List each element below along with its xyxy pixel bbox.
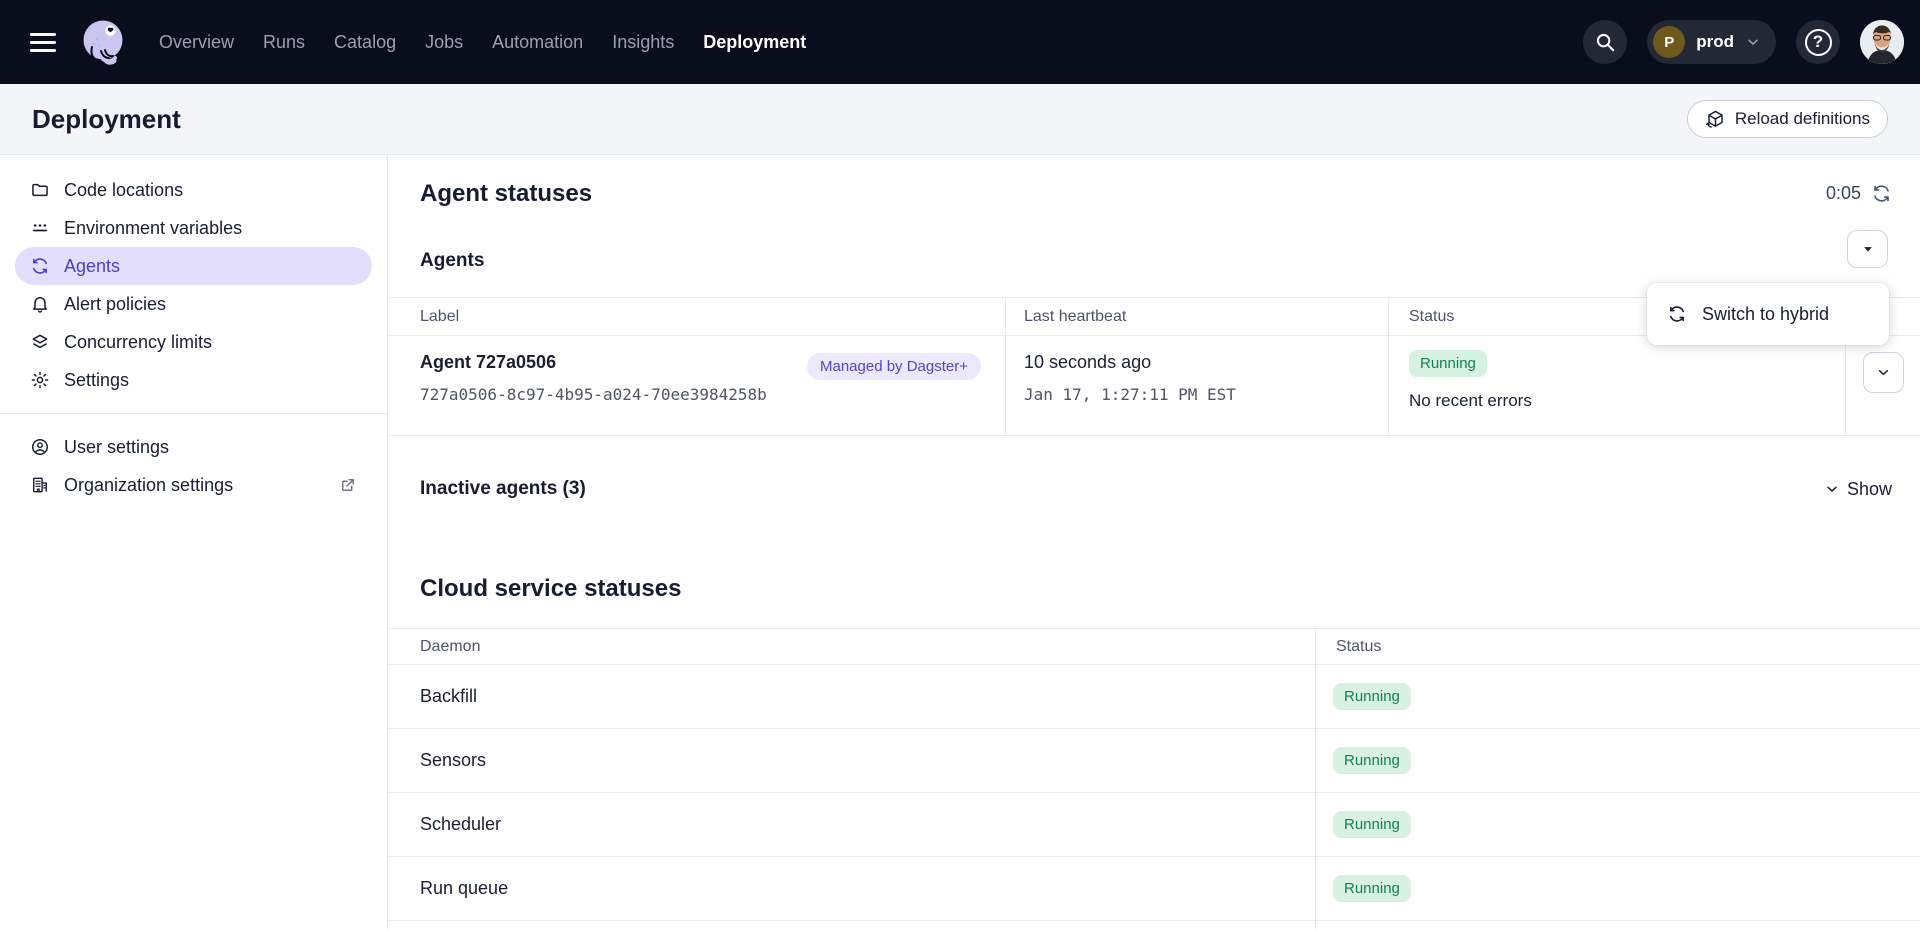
sidebar-item-label: Code locations <box>64 180 183 201</box>
nav-item-runs[interactable]: Runs <box>263 32 305 53</box>
table-row: Run queue Running <box>388 857 1920 921</box>
column-header-status: Status <box>1315 629 1920 664</box>
menu-item-switch-to-hybrid[interactable]: Switch to hybrid <box>1647 289 1889 339</box>
env-variables-icon <box>30 218 50 238</box>
sidebar-item-label: Agents <box>64 256 120 277</box>
building-icon <box>30 475 50 495</box>
user-circle-icon <box>30 437 50 457</box>
status-badge: Running <box>1333 683 1411 710</box>
page-header: Deployment Reload definitions <box>0 84 1920 155</box>
chevron-down-icon <box>1875 364 1892 381</box>
caret-down-icon <box>1859 240 1877 258</box>
deployment-sidebar: Code locations Environment variables Age… <box>0 155 388 929</box>
agent-row-expand-button[interactable] <box>1863 352 1904 393</box>
heartbeat-timestamp: Jan 17, 1:27:11 PM EST <box>1024 385 1388 404</box>
table-row: Scheduler Running <box>388 793 1920 857</box>
sidebar-item-label: Environment variables <box>64 218 242 239</box>
sidebar-item-alert-policies[interactable]: Alert policies <box>15 285 372 323</box>
sidebar-item-agents[interactable]: Agents <box>15 247 372 285</box>
search-icon <box>1594 31 1616 53</box>
sidebar-item-label: Settings <box>64 370 129 391</box>
nav-item-overview[interactable]: Overview <box>159 32 234 53</box>
status-badge: Running <box>1333 875 1411 902</box>
agent-name[interactable]: Agent 727a0506 <box>420 352 767 373</box>
sidebar-item-user-settings[interactable]: User settings <box>15 428 372 466</box>
sync-icon <box>1667 304 1687 324</box>
reload-definitions-button[interactable]: Reload definitions <box>1687 100 1888 138</box>
sidebar-item-label: Alert policies <box>64 294 166 315</box>
managed-by-dagster-badge: Managed by Dagster+ <box>807 353 981 380</box>
sidebar-item-concurrency-limits[interactable]: Concurrency limits <box>15 323 372 361</box>
deployment-initial-avatar: P <box>1653 26 1685 58</box>
inactive-agents-heading: Inactive agents (3) <box>420 478 586 500</box>
table-row: Backfill Running <box>388 665 1920 729</box>
layers-icon <box>30 332 50 352</box>
agent-status-badge: Running <box>1409 350 1487 377</box>
reload-definitions-label: Reload definitions <box>1735 109 1870 129</box>
daemon-name: Sensors <box>388 729 1315 792</box>
main-content: Agent statuses 0:05 Agents <box>388 155 1920 929</box>
table-row: Sensors Running <box>388 729 1920 793</box>
menu-item-label: Switch to hybrid <box>1702 304 1829 325</box>
agent-row: Agent 727a0506 727a0506-8c97-4b95-a024-7… <box>388 336 1920 436</box>
agent-status-note: No recent errors <box>1409 391 1845 411</box>
top-nav: Overview Runs Catalog Jobs Automation In… <box>0 0 1920 84</box>
bell-icon <box>30 294 50 314</box>
gear-icon <box>30 370 50 390</box>
sync-icon <box>30 256 50 276</box>
status-badge: Running <box>1333 747 1411 774</box>
show-inactive-agents-toggle[interactable]: Show <box>1824 479 1892 500</box>
agent-actions-dropdown-button[interactable] <box>1847 230 1888 268</box>
dagster-logo-icon[interactable] <box>78 17 128 67</box>
nav-item-insights[interactable]: Insights <box>612 32 674 53</box>
status-badge: Running <box>1333 811 1411 838</box>
user-avatar[interactable] <box>1860 20 1904 64</box>
help-button[interactable]: ? <box>1796 20 1840 64</box>
sidebar-item-organization-settings[interactable]: Organization settings <box>15 466 372 504</box>
cloud-table-header: Daemon Status <box>388 629 1920 665</box>
question-mark-icon: ? <box>1805 29 1832 56</box>
folder-icon <box>30 180 50 200</box>
sidebar-item-code-locations[interactable]: Code locations <box>15 171 372 209</box>
nav-item-catalog[interactable]: Catalog <box>334 32 396 53</box>
cloud-service-statuses-heading: Cloud service statuses <box>420 574 1920 604</box>
daemon-name: Scheduler <box>388 793 1315 856</box>
nav-item-automation[interactable]: Automation <box>492 32 583 53</box>
agents-subheading: Agents <box>420 249 1920 273</box>
column-header-last-heartbeat: Last heartbeat <box>1005 298 1388 335</box>
nav-item-deployment[interactable]: Deployment <box>703 32 806 53</box>
sidebar-item-environment-variables[interactable]: Environment variables <box>15 209 372 247</box>
sidebar-item-label: Organization settings <box>64 475 325 496</box>
chevron-down-icon <box>1824 481 1840 497</box>
search-button[interactable] <box>1583 20 1627 64</box>
sidebar-item-label: Concurrency limits <box>64 332 212 353</box>
daemon-name: Run queue <box>388 857 1315 920</box>
hamburger-icon[interactable] <box>30 33 56 52</box>
column-header-daemon: Daemon <box>388 629 1315 664</box>
sidebar-item-settings[interactable]: Settings <box>15 361 372 399</box>
show-label: Show <box>1847 479 1892 500</box>
agent-statuses-heading: Agent statuses <box>420 179 592 209</box>
refresh-countdown: 0:05 <box>1826 183 1861 204</box>
refresh-arrows-icon[interactable] <box>1871 183 1892 204</box>
heartbeat-relative: 10 seconds ago <box>1024 352 1388 373</box>
package-reload-icon <box>1705 109 1726 130</box>
column-header-label: Label <box>388 298 1005 335</box>
agent-uuid: 727a0506-8c97-4b95-a024-70ee3984258b <box>420 385 767 404</box>
daemon-name: Backfill <box>388 665 1315 728</box>
deployment-name: prod <box>1696 32 1734 52</box>
main-nav: Overview Runs Catalog Jobs Automation In… <box>159 32 806 53</box>
external-link-icon <box>339 476 357 494</box>
sidebar-item-label: User settings <box>64 437 169 458</box>
page-title: Deployment <box>32 104 181 135</box>
cloud-services-table: Daemon Status Backfill Running Sensors R… <box>388 628 1920 929</box>
nav-item-jobs[interactable]: Jobs <box>425 32 463 53</box>
deployment-switcher[interactable]: P prod <box>1647 20 1776 64</box>
sidebar-divider <box>0 413 387 414</box>
agent-actions-menu: Switch to hybrid <box>1647 283 1889 345</box>
chevron-down-icon <box>1745 34 1761 50</box>
table-row-partial <box>388 921 1920 929</box>
